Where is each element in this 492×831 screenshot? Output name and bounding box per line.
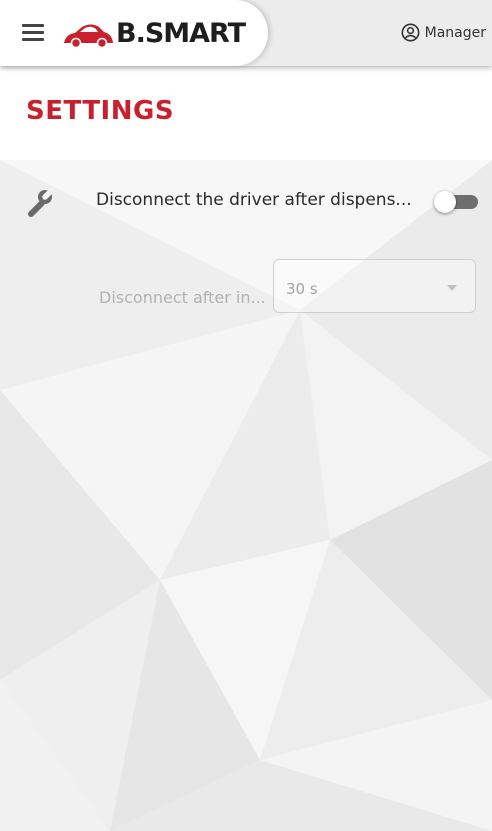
toggle-thumb	[434, 191, 456, 213]
brand-text: B.SMART	[116, 18, 246, 49]
app-header: B.SMART Manager	[0, 0, 492, 66]
disconnect-after-label: Disconnect after in...	[99, 288, 266, 307]
title-band: SETTINGS	[0, 66, 492, 160]
account-circle-icon	[401, 23, 420, 42]
red-car-logo-icon	[64, 24, 113, 47]
wrench-icon	[28, 188, 54, 217]
disconnect-driver-toggle[interactable]	[434, 191, 478, 213]
user-menu[interactable]: Manager	[401, 23, 486, 42]
page-title: SETTINGS	[26, 96, 175, 126]
settings-content: Disconnect the driver after dispens... D…	[0, 160, 492, 831]
bsmart-logo: B.SMART	[62, 18, 246, 49]
disconnect-delay-select[interactable]: 30 s	[273, 259, 476, 313]
setting-row-disconnect-driver: Disconnect the driver after dispens...	[0, 160, 492, 245]
hamburger-menu-icon[interactable]	[22, 24, 44, 42]
user-role-label: Manager	[424, 24, 486, 41]
disconnect-driver-label: Disconnect the driver after dispens...	[96, 190, 412, 210]
dropdown-caret-icon	[447, 285, 457, 291]
brand-area: B.SMART	[0, 0, 268, 66]
disconnect-delay-value: 30 s	[286, 280, 318, 298]
settings-screen: B.SMART Manager SETTINGS Disconnect the …	[0, 0, 492, 831]
